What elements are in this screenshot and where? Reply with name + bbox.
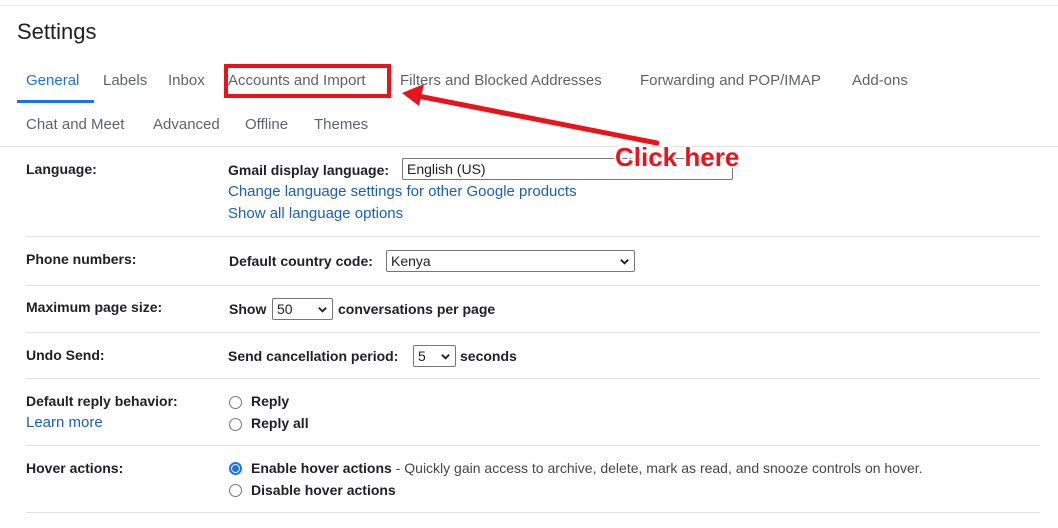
chevron-down-icon (441, 354, 450, 360)
annotation-highlight-box (224, 64, 391, 98)
send-cancellation-period-label: Send cancellation period: (228, 348, 399, 364)
tabs-divider (0, 146, 1058, 147)
chevron-down-icon (620, 259, 629, 265)
change-language-settings-link[interactable]: Change language settings for other Googl… (228, 183, 577, 200)
row-divider (26, 512, 1040, 513)
tab-offline[interactable]: Offline (245, 116, 288, 133)
reply-option-label: Reply (251, 393, 290, 409)
enable-hover-actions-radio[interactable] (229, 462, 242, 475)
country-code-select[interactable]: Kenya (386, 250, 635, 272)
language-label: Language: (26, 161, 97, 177)
row-divider (26, 285, 1040, 286)
default-country-code-label: Default country code: (229, 253, 373, 269)
undo-send-label: Undo Send: (26, 347, 105, 363)
conversations-per-page-label: conversations per page (338, 301, 496, 317)
display-language-label: Gmail display language: (228, 162, 390, 178)
tab-general[interactable]: General (26, 72, 79, 89)
reply-all-option-label: Reply all (251, 415, 309, 431)
display-language-value: English (US) (407, 161, 486, 177)
tab-add-ons[interactable]: Add-ons (852, 72, 908, 89)
row-divider (26, 378, 1040, 379)
page-size-value: 50 (277, 301, 293, 317)
enable-hover-actions-description: - Quickly gain access to archive, delete… (391, 460, 923, 476)
active-tab-indicator (17, 100, 94, 103)
tab-advanced[interactable]: Advanced (153, 116, 220, 133)
show-label: Show (229, 301, 267, 317)
show-all-language-options-link[interactable]: Show all language options (228, 205, 403, 222)
row-divider (26, 236, 1040, 237)
disable-hover-actions-radio[interactable] (229, 484, 242, 497)
hover-actions-label: Hover actions: (26, 460, 124, 476)
cancellation-period-value: 5 (418, 348, 426, 364)
reply-radio[interactable] (229, 396, 242, 409)
tab-themes[interactable]: Themes (314, 116, 368, 133)
row-divider (26, 332, 1040, 333)
seconds-label: seconds (460, 348, 517, 364)
max-page-size-label: Maximum page size: (26, 299, 163, 315)
country-code-value: Kenya (391, 253, 431, 269)
tab-labels[interactable]: Labels (103, 72, 147, 89)
tab-chat-and-meet[interactable]: Chat and Meet (26, 116, 124, 133)
enable-hover-actions-label: Enable hover actions - Quickly gain acce… (251, 460, 923, 476)
reply-all-radio[interactable] (229, 418, 242, 431)
chevron-down-icon (318, 307, 327, 313)
page-size-select[interactable]: 50 (272, 298, 333, 320)
annotation-click-here: Click here (615, 142, 740, 172)
cancellation-period-select[interactable]: 5 (413, 345, 456, 367)
tab-forwarding-and-pop-imap[interactable]: Forwarding and POP/IMAP (640, 72, 821, 89)
learn-more-link[interactable]: Learn more (26, 414, 103, 431)
row-divider (26, 445, 1040, 446)
disable-hover-actions-label: Disable hover actions (251, 482, 396, 498)
default-reply-behavior-label: Default reply behavior: (26, 393, 178, 409)
enable-hover-actions-text: Enable hover actions (251, 460, 392, 476)
tab-inbox[interactable]: Inbox (168, 72, 205, 89)
page-title: Settings (17, 19, 97, 44)
tab-filters-and-blocked-addresses[interactable]: Filters and Blocked Addresses (400, 72, 602, 89)
phone-numbers-label: Phone numbers: (26, 251, 137, 267)
top-border (0, 5, 1058, 6)
